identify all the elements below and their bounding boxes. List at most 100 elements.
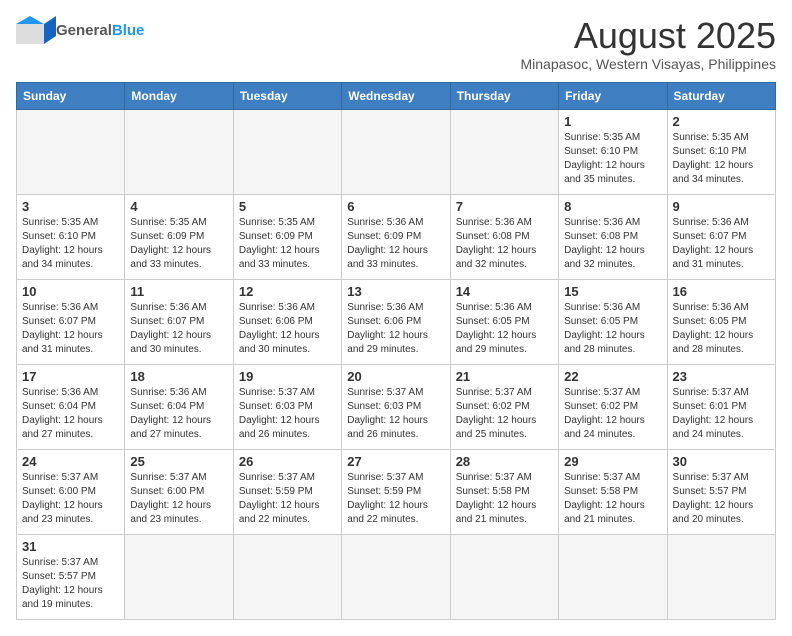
cell-1-2: 5Sunrise: 5:35 AM Sunset: 6:09 PM Daylig… bbox=[233, 194, 341, 279]
day-number: 6 bbox=[347, 199, 444, 214]
cell-3-1: 18 Sunrise: 5:36 AM Sunset: 6:04 PM Dayli… bbox=[125, 364, 233, 449]
day-info: Sunrise: 5:36 AM Sunset: 6:08 PM Dayligh… bbox=[564, 216, 661, 272]
day-number: 28 bbox=[456, 454, 553, 469]
cell-0-4 bbox=[450, 109, 558, 194]
day-number: 23 bbox=[673, 369, 770, 384]
cell-2-3: 13 Sunrise: 5:36 AM Sunset: 6:06 PM Dayli… bbox=[342, 279, 450, 364]
cell-3-6: 23Sunrise: 5:37 AM Sunset: 6:01 PM Dayli… bbox=[667, 364, 775, 449]
week-row-2: 10Sunrise: 5:36 AM Sunset: 6:07 PM Dayli… bbox=[17, 279, 776, 364]
cell-4-5: 29Sunrise: 5:37 AM Sunset: 5:58 PM Dayli… bbox=[559, 449, 667, 534]
day-number: 9 bbox=[673, 199, 770, 214]
title-area: August 2025 Minapasoc, Western Visayas, … bbox=[521, 16, 777, 72]
day-info: Sunrise: 5:37 AM Sunset: 5:59 PM Dayligh… bbox=[347, 471, 444, 527]
header-saturday: Saturday bbox=[667, 82, 775, 109]
day-info: Sunrise: 5:36 AM Sunset: 6:06 PM Dayligh… bbox=[347, 301, 444, 357]
day-number: 30 bbox=[673, 454, 770, 469]
day-number: 13 bbox=[347, 284, 444, 299]
day-number: 4 bbox=[130, 199, 227, 214]
cell-1-5: 8Sunrise: 5:36 AM Sunset: 6:08 PM Daylig… bbox=[559, 194, 667, 279]
day-number: 3 bbox=[22, 199, 119, 214]
header-tuesday: Tuesday bbox=[233, 82, 341, 109]
day-info: Sunrise: 5:36 AM Sunset: 6:04 PM Dayligh… bbox=[130, 386, 227, 442]
day-info: Sunrise: 5:36 AM Sunset: 6:07 PM Dayligh… bbox=[130, 301, 227, 357]
day-info: Sunrise: 5:37 AM Sunset: 5:57 PM Dayligh… bbox=[22, 556, 119, 612]
cell-5-5 bbox=[559, 534, 667, 619]
cell-2-6: 16Sunrise: 5:36 AM Sunset: 6:05 PM Dayli… bbox=[667, 279, 775, 364]
header-friday: Friday bbox=[559, 82, 667, 109]
cell-0-2 bbox=[233, 109, 341, 194]
cell-3-0: 17Sunrise: 5:36 AM Sunset: 6:04 PM Dayli… bbox=[17, 364, 125, 449]
cell-0-1 bbox=[125, 109, 233, 194]
day-info: Sunrise: 5:36 AM Sunset: 6:05 PM Dayligh… bbox=[456, 301, 553, 357]
cell-4-1: 25 Sunrise: 5:37 AM Sunset: 6:00 PM Dayli… bbox=[125, 449, 233, 534]
week-row-4: 24 Sunrise: 5:37 AM Sunset: 6:00 PM Dayli… bbox=[17, 449, 776, 534]
day-info: Sunrise: 5:36 AM Sunset: 6:04 PM Dayligh… bbox=[22, 386, 119, 442]
header-wednesday: Wednesday bbox=[342, 82, 450, 109]
cell-1-0: 3 Sunrise: 5:35 AM Sunset: 6:10 PM Daylig… bbox=[17, 194, 125, 279]
day-info: Sunrise: 5:36 AM Sunset: 6:07 PM Dayligh… bbox=[22, 301, 119, 357]
day-info: Sunrise: 5:35 AM Sunset: 6:10 PM Dayligh… bbox=[564, 131, 661, 187]
cell-2-0: 10Sunrise: 5:36 AM Sunset: 6:07 PM Dayli… bbox=[17, 279, 125, 364]
cell-2-4: 14 Sunrise: 5:36 AM Sunset: 6:05 PM Dayli… bbox=[450, 279, 558, 364]
day-info: Sunrise: 5:37 AM Sunset: 5:59 PM Dayligh… bbox=[239, 471, 336, 527]
day-number: 19 bbox=[239, 369, 336, 384]
day-number: 22 bbox=[564, 369, 661, 384]
day-number: 14 bbox=[456, 284, 553, 299]
day-info: Sunrise: 5:36 AM Sunset: 6:05 PM Dayligh… bbox=[673, 301, 770, 357]
day-info: Sunrise: 5:36 AM Sunset: 6:09 PM Dayligh… bbox=[347, 216, 444, 272]
cell-0-3 bbox=[342, 109, 450, 194]
day-number: 25 bbox=[130, 454, 227, 469]
cell-4-0: 24 Sunrise: 5:37 AM Sunset: 6:00 PM Dayli… bbox=[17, 449, 125, 534]
day-number: 18 bbox=[130, 369, 227, 384]
header-monday: Monday bbox=[125, 82, 233, 109]
day-info: Sunrise: 5:37 AM Sunset: 5:58 PM Dayligh… bbox=[564, 471, 661, 527]
cell-4-2: 26Sunrise: 5:37 AM Sunset: 5:59 PM Dayli… bbox=[233, 449, 341, 534]
day-number: 7 bbox=[456, 199, 553, 214]
day-info: Sunrise: 5:37 AM Sunset: 6:02 PM Dayligh… bbox=[564, 386, 661, 442]
cell-1-6: 9Sunrise: 5:36 AM Sunset: 6:07 PM Daylig… bbox=[667, 194, 775, 279]
day-number: 21 bbox=[456, 369, 553, 384]
day-info: Sunrise: 5:37 AM Sunset: 6:03 PM Dayligh… bbox=[347, 386, 444, 442]
cell-5-6 bbox=[667, 534, 775, 619]
day-number: 15 bbox=[564, 284, 661, 299]
cell-1-3: 6 Sunrise: 5:36 AM Sunset: 6:09 PM Daylig… bbox=[342, 194, 450, 279]
cell-0-5: 1 Sunrise: 5:35 AM Sunset: 6:10 PM Daylig… bbox=[559, 109, 667, 194]
day-info: Sunrise: 5:37 AM Sunset: 6:00 PM Dayligh… bbox=[130, 471, 227, 527]
logo: GeneralBlue bbox=[16, 16, 144, 44]
cell-2-5: 15 Sunrise: 5:36 AM Sunset: 6:05 PM Dayli… bbox=[559, 279, 667, 364]
cell-0-6: 2 Sunrise: 5:35 AM Sunset: 6:10 PM Daylig… bbox=[667, 109, 775, 194]
day-info: Sunrise: 5:36 AM Sunset: 6:06 PM Dayligh… bbox=[239, 301, 336, 357]
day-info: Sunrise: 5:37 AM Sunset: 5:57 PM Dayligh… bbox=[673, 471, 770, 527]
logo-icon bbox=[16, 16, 52, 44]
cell-3-4: 21 Sunrise: 5:37 AM Sunset: 6:02 PM Dayli… bbox=[450, 364, 558, 449]
day-info: Sunrise: 5:37 AM Sunset: 6:02 PM Dayligh… bbox=[456, 386, 553, 442]
day-number: 2 bbox=[673, 114, 770, 129]
cell-3-2: 19 Sunrise: 5:37 AM Sunset: 6:03 PM Dayli… bbox=[233, 364, 341, 449]
day-info: Sunrise: 5:35 AM Sunset: 6:10 PM Dayligh… bbox=[673, 131, 770, 187]
cell-2-2: 12 Sunrise: 5:36 AM Sunset: 6:06 PM Dayli… bbox=[233, 279, 341, 364]
cell-1-1: 4 Sunrise: 5:35 AM Sunset: 6:09 PM Daylig… bbox=[125, 194, 233, 279]
cell-5-0: 31Sunrise: 5:37 AM Sunset: 5:57 PM Dayli… bbox=[17, 534, 125, 619]
day-info: Sunrise: 5:35 AM Sunset: 6:09 PM Dayligh… bbox=[130, 216, 227, 272]
cell-2-1: 11 Sunrise: 5:36 AM Sunset: 6:07 PM Dayli… bbox=[125, 279, 233, 364]
weekday-header-row: Sunday Monday Tuesday Wednesday Thursday… bbox=[17, 82, 776, 109]
header: GeneralBlue August 2025 Minapasoc, Weste… bbox=[16, 16, 776, 72]
day-info: Sunrise: 5:36 AM Sunset: 6:08 PM Dayligh… bbox=[456, 216, 553, 272]
day-number: 1 bbox=[564, 114, 661, 129]
day-number: 12 bbox=[239, 284, 336, 299]
header-thursday: Thursday bbox=[450, 82, 558, 109]
day-info: Sunrise: 5:35 AM Sunset: 6:10 PM Dayligh… bbox=[22, 216, 119, 272]
day-number: 11 bbox=[130, 284, 227, 299]
week-row-1: 3 Sunrise: 5:35 AM Sunset: 6:10 PM Daylig… bbox=[17, 194, 776, 279]
header-sunday: Sunday bbox=[17, 82, 125, 109]
day-number: 24 bbox=[22, 454, 119, 469]
day-info: Sunrise: 5:35 AM Sunset: 6:09 PM Dayligh… bbox=[239, 216, 336, 272]
week-row-3: 17Sunrise: 5:36 AM Sunset: 6:04 PM Dayli… bbox=[17, 364, 776, 449]
cell-4-3: 27Sunrise: 5:37 AM Sunset: 5:59 PM Dayli… bbox=[342, 449, 450, 534]
cell-5-3 bbox=[342, 534, 450, 619]
day-number: 20 bbox=[347, 369, 444, 384]
cell-5-2 bbox=[233, 534, 341, 619]
day-info: Sunrise: 5:36 AM Sunset: 6:05 PM Dayligh… bbox=[564, 301, 661, 357]
day-info: Sunrise: 5:37 AM Sunset: 6:03 PM Dayligh… bbox=[239, 386, 336, 442]
day-info: Sunrise: 5:37 AM Sunset: 6:00 PM Dayligh… bbox=[22, 471, 119, 527]
